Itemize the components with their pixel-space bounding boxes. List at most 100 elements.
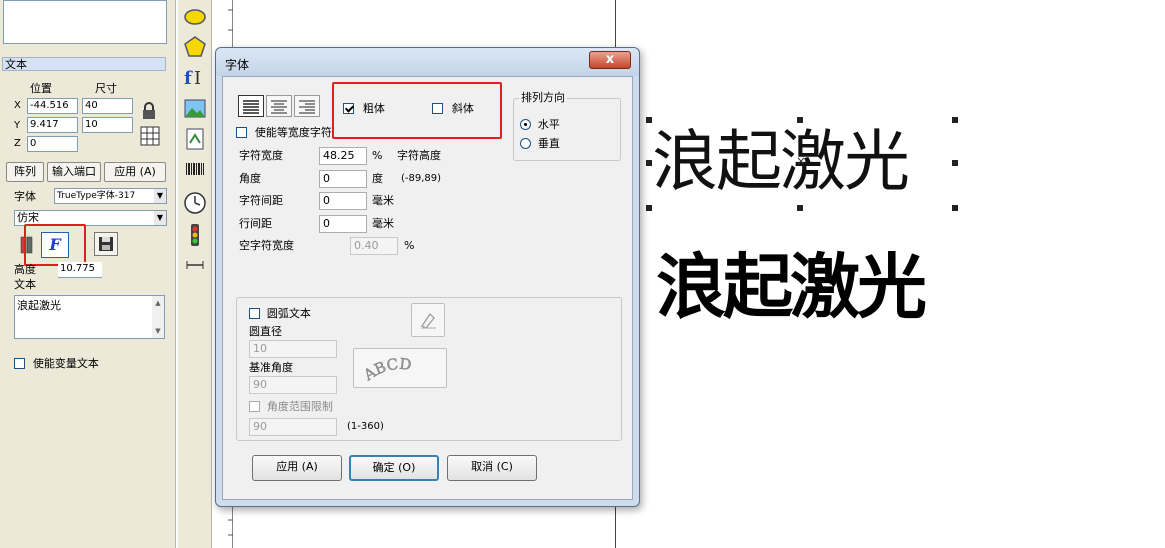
line-spacing-field[interactable]: 0 [319,215,367,233]
polygon-icon[interactable] [182,34,208,60]
horizontal-radio[interactable]: 水平 [520,117,560,132]
ellipse-icon[interactable] [182,4,208,30]
text-content: 浪起激光 [17,299,61,312]
angle-field[interactable]: 0 [319,170,367,188]
scrollbar[interactable]: ▲ ▼ [152,296,164,338]
z-position-field[interactable]: 0 [27,136,78,152]
dialog-titlebar[interactable]: 字体 x [216,48,639,76]
selection-handle[interactable] [797,117,803,123]
height-field[interactable]: 10.775 [58,262,102,278]
align-center-button[interactable] [266,95,292,117]
canvas-text-selected[interactable]: 浪起激光 [652,122,910,202]
char-height-label: 字符高度 [397,149,441,162]
direction-group: 排列方向 水平 垂直 [513,91,621,161]
angle-limit-range: (1-360) [347,421,384,432]
font-type-select[interactable]: TrueType字体-317 ▼ [54,188,167,204]
object-list[interactable] [3,0,167,44]
canvas-text-bold[interactable]: 浪起激光 [656,245,927,329]
char-spacing-field[interactable]: 0 [319,192,367,210]
align-left-button[interactable] [238,95,264,117]
enable-variable-text-label: 使能变量文本 [32,357,99,370]
arc-preview-icon: ABCD [359,354,413,385]
save-icon[interactable] [94,232,118,256]
apply-button[interactable]: 应用 (A) [104,162,166,182]
char-width-unit: % [372,149,383,162]
equal-width-label: 使能等宽度字符 [254,126,332,139]
selection-handle[interactable] [797,205,803,211]
bold-italic-highlight [332,82,502,139]
selection-center-mark: × [796,154,807,168]
lock-icon[interactable] [140,101,158,121]
font-label: 字体 [14,190,36,203]
height-size-field[interactable]: 10 [82,117,133,133]
horizontal-radio-dot[interactable] [520,119,531,130]
vertical-radio[interactable]: 垂直 [520,136,560,151]
grid-icon[interactable] [140,126,160,146]
size-label: 尺寸 [95,82,117,95]
selection-handle[interactable] [646,117,652,123]
angle-limit-checkbox-box [249,401,260,412]
radius-field: 10 [249,340,337,358]
arc-text-checkbox[interactable]: 圆弧文本 [249,306,311,321]
equal-width-checkbox[interactable]: 使能等宽度字符 [236,125,332,140]
chevron-down-icon[interactable]: ▼ [154,189,166,203]
direction-group-title: 排列方向 [519,91,567,105]
vertical-radio-dot[interactable] [520,138,531,149]
dimension-icon[interactable] [182,252,208,278]
equal-width-checkbox-box[interactable] [236,127,247,138]
checkbox-box[interactable] [14,358,25,369]
image-icon[interactable] [182,96,208,122]
font-settings-button[interactable]: F [41,232,69,258]
selection-handle[interactable] [646,205,652,211]
arc-pen-icon [421,313,436,329]
text-content-area[interactable]: 浪起激光 ▲ ▼ [14,295,165,339]
arc-text-group: 圆弧文本 圆直径 10 基准角度 90 角度范围限制 90 (1-360) AB… [236,297,622,441]
char-width-field[interactable]: 48.25 [319,147,367,165]
selection-handle[interactable] [952,160,958,166]
space-width-field: 0.40 [350,237,398,255]
char-spacing-label: 字符间距 [239,194,283,207]
y-position-field[interactable]: 9.417 [27,117,78,133]
align-left-icon [243,100,259,114]
close-button[interactable]: x [589,51,631,69]
arc-preview-button: ABCD [353,348,447,388]
selection-handle[interactable] [952,117,958,123]
font-f-icon: F [49,235,61,254]
x-label: X [14,100,21,111]
traffic-light-icon[interactable] [182,222,208,248]
vertical-label: 垂直 [537,137,560,150]
text-tool-icon[interactable]: fI [182,64,208,90]
selection-handle[interactable] [952,205,958,211]
dialog-body: 粗体 斜体 使能等宽度字符 排列方向 水平 垂直 字符宽度 48.25 % 字符… [222,76,633,500]
chevron-down-icon[interactable]: ▼ [154,211,166,225]
vector-file-icon[interactable] [182,126,208,152]
input-port-button[interactable]: 输入端口 [47,162,101,182]
panel-title: 文本 [2,57,166,71]
font-dialog: 字体 x 粗体 斜体 使能等宽度字符 排列方向 水平 垂直 字符宽度 48.25… [215,47,640,507]
radius-label: 圆直径 [249,325,282,338]
selection-handle[interactable] [646,160,652,166]
angle-range: (-89,89) [401,173,442,184]
arc-preview-text: ABCD [359,354,412,384]
align-right-icon [299,100,315,114]
arc-settings-button [411,303,445,337]
align-center-icon [271,100,287,114]
barcode-icon[interactable] [182,158,208,184]
arc-text-checkbox-box[interactable] [249,308,260,319]
width-field[interactable]: 40 [82,98,133,114]
space-width-unit: % [404,239,415,252]
arc-text-label: 圆弧文本 [266,307,311,320]
ok-button[interactable]: 确定 (O) [349,455,439,481]
align-right-button[interactable] [294,95,320,117]
char-width-label: 字符宽度 [239,149,283,162]
svg-text:f: f [184,68,193,89]
base-angle-label: 基准角度 [249,361,293,374]
array-button[interactable]: 阵列 [6,162,44,182]
enable-variable-text-checkbox[interactable]: 使能变量文本 [14,356,99,371]
clock-icon[interactable] [182,190,208,216]
x-position-field[interactable]: -44.516 [27,98,78,114]
cancel-button[interactable]: 取消 (C) [447,455,537,481]
svg-text:ABCD: ABCD [360,355,413,385]
font-type-value: TrueType字体-317 [57,191,136,201]
dialog-apply-button[interactable]: 应用 (A) [252,455,342,481]
